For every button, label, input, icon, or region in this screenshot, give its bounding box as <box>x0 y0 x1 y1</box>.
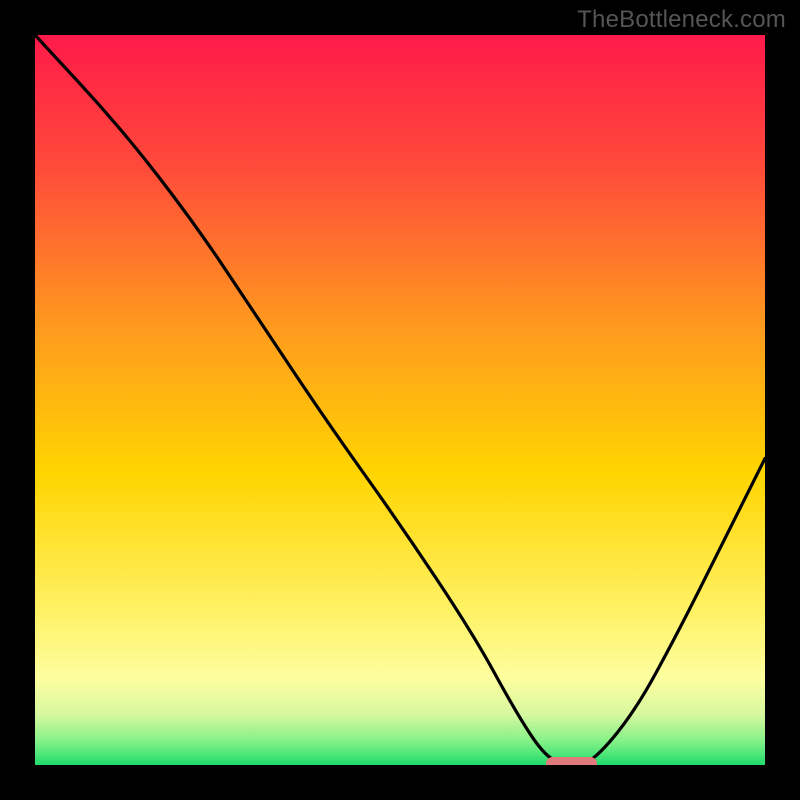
plot-area <box>35 35 765 765</box>
watermark-text: TheBottleneck.com <box>577 6 786 34</box>
bottleneck-curve <box>35 35 765 765</box>
optimal-marker <box>546 757 597 765</box>
